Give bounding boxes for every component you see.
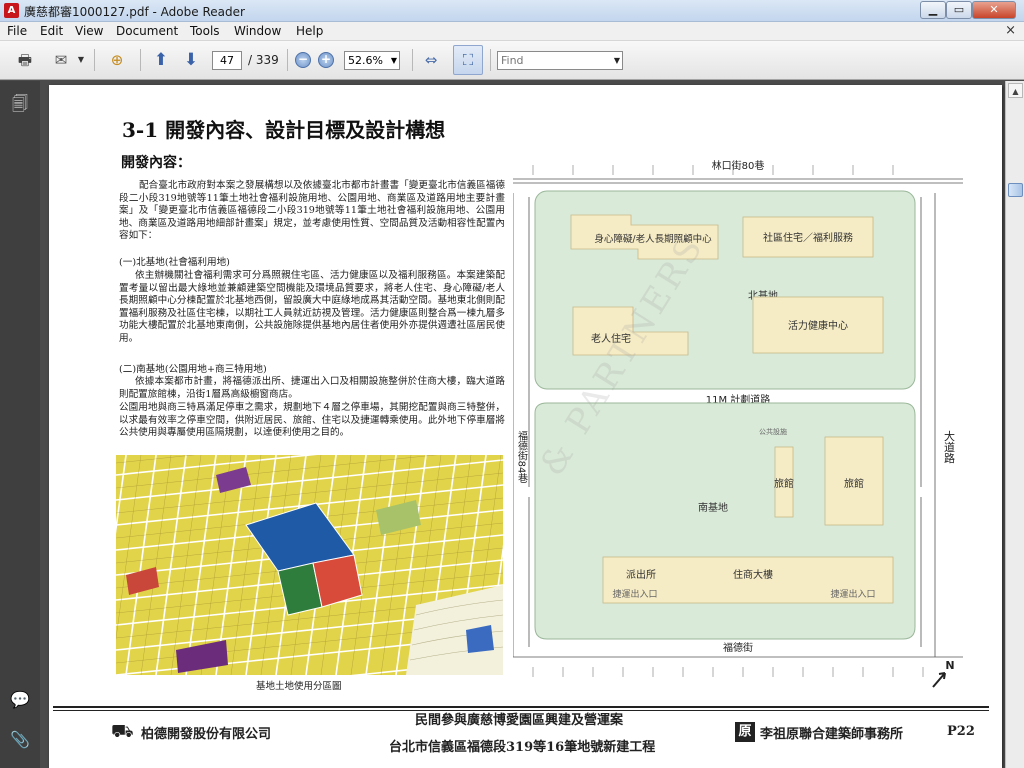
zoom-in-icon[interactable]: +	[318, 52, 334, 68]
chevron-down-icon[interactable]: ▼	[70, 50, 92, 70]
community-housing-label: 社區住宅／福利服務	[763, 231, 853, 244]
chevron-down-icon: ▼	[613, 56, 620, 65]
menu-edit[interactable]: Edit	[40, 24, 63, 38]
zoom-level-select[interactable]: 52.6% ▼	[344, 51, 400, 70]
window-title: 廣慈都審1000127.pdf - Adobe Reader	[24, 5, 245, 19]
west-lane-label: 福德街84巷	[516, 429, 528, 483]
chevron-down-icon: ▼	[390, 56, 397, 65]
fit-width-icon[interactable]: ⇔	[420, 50, 442, 70]
toolbar: 🖶 ✉ ▼ ⊕ ⬆ ⬇ 47 / 339 − + 52.6% ▼ ⇔ ⛶ Find…	[0, 41, 1024, 80]
architect-logo: 原	[735, 722, 755, 742]
document-close-icon[interactable]: ×	[1005, 23, 1016, 38]
scroll-thumb[interactable]	[1008, 183, 1023, 197]
intro-paragraph: 配合臺北市政府對本案之發展構想以及依據臺北市都市計畫書「變更臺北市信義區福德段二…	[119, 180, 505, 241]
zoom-level-value: 52.6%	[348, 54, 383, 67]
minimize-icon: ▁	[928, 3, 938, 16]
pages-icon[interactable]: 🗐	[9, 93, 31, 115]
close-button[interactable]: ✕	[972, 1, 1016, 19]
title-bar: A 廣慈都審1000127.pdf - Adobe Reader ▁ ▭ ✕	[0, 0, 1024, 22]
bottom-street-label: 福德街	[723, 641, 753, 654]
footer-project-subtitle: 台北市信義區福德段319等16筆地號新建工程	[389, 740, 656, 755]
health-center-label: 活力健康中心	[788, 319, 848, 332]
page-heading: 3-1 開發內容、設計目標及設計構想	[122, 118, 446, 142]
find-input[interactable]: Find ▼	[497, 51, 623, 70]
metro-exit-label-1: 捷運出入口	[612, 588, 657, 600]
menu-tools[interactable]: Tools	[190, 24, 220, 38]
company-logo-icon: ⛟	[111, 721, 134, 742]
navigation-panel: 🗐 💬 📎	[0, 81, 40, 768]
minimize-button[interactable]: ▁	[920, 1, 946, 19]
toolbar-separator	[94, 49, 95, 71]
toolbar-separator	[412, 49, 413, 71]
north-site-paragraph: 依主辦機關社會福利需求可分爲照親住宅區、活力健康區以及福利服務區。本案建築配置考…	[119, 270, 505, 344]
north-arrow-icon	[932, 672, 946, 688]
footer-company: 柏德開發股份有限公司	[141, 727, 272, 742]
hotel-label-1: 旅館	[774, 477, 794, 490]
toolbar-separator	[140, 49, 141, 71]
zoning-map-caption: 基地土地使用分區圖	[256, 681, 342, 692]
toolbar-separator	[490, 49, 491, 71]
menu-help[interactable]: Help	[296, 24, 323, 38]
metro-exit-label-2: 捷運出入口	[830, 588, 875, 600]
close-icon: ✕	[989, 3, 999, 16]
police-station-label: 派出所	[626, 568, 656, 581]
menu-document[interactable]: Document	[116, 24, 178, 38]
find-placeholder: Find	[501, 54, 524, 67]
collaborate-icon[interactable]: ⊕	[106, 50, 128, 70]
menu-file[interactable]: File	[7, 24, 27, 38]
scroll-up-icon[interactable]: ▲	[1008, 83, 1023, 98]
east-road-label: 大道路	[943, 429, 956, 464]
public-facility-label: 公共設施	[759, 427, 787, 436]
menu-view[interactable]: View	[75, 24, 103, 38]
page-total: / 339	[248, 53, 279, 67]
south-site-parking-paragraph: 公園用地與商三特爲滿足停車之需求，規劃地下４層之停車場，其開挖配置與商三特整併，…	[119, 402, 505, 438]
footer-project-title: 民間參與廣慈博愛園區興建及營運案	[415, 713, 624, 728]
menu-bar: File Edit View Document Tools Window Hel…	[0, 22, 1024, 41]
page-number-input[interactable]: 47	[212, 51, 242, 70]
vertical-scrollbar[interactable]: ▲	[1005, 81, 1024, 768]
pdf-page: 3-1 開發內容、設計目標及設計構想 開發內容： 配合臺北市政府對本案之發展構想…	[49, 85, 1002, 768]
attachments-icon[interactable]: 📎	[9, 729, 31, 751]
zoning-blue-block	[466, 625, 494, 653]
hotel-label-2: 旅館	[844, 477, 864, 490]
fit-page-icon[interactable]: ⛶	[457, 50, 479, 70]
footer-page-number: P22	[947, 724, 975, 739]
toolbar-separator	[287, 49, 288, 71]
comments-icon[interactable]: 💬	[9, 689, 31, 711]
section-subheading: 開發內容：	[121, 155, 191, 171]
maximize-button[interactable]: ▭	[946, 1, 972, 19]
mixed-use-building-label: 住商大樓	[733, 568, 773, 581]
print-icon[interactable]: 🖶	[14, 50, 36, 70]
south-site-paragraph: 依據本案都市計畫，將福德派出所、捷運出入口及相關設施整併於住商大樓，臨大道路則配…	[119, 376, 505, 400]
south-site-heading: (二)南基地(公園用地+商三特用地)	[119, 364, 267, 375]
top-street-label: 林口街80巷	[712, 159, 765, 172]
adobe-reader-icon: A	[4, 3, 19, 18]
zoning-map	[116, 455, 503, 675]
footer-rule	[53, 706, 989, 708]
zoom-out-icon[interactable]: −	[295, 52, 311, 68]
north-site-heading: (一)北基地(社會福利用地)	[119, 257, 230, 268]
previous-page-icon[interactable]: ⬆	[150, 50, 172, 70]
maximize-icon: ▭	[953, 3, 965, 16]
south-site-label: 南基地	[698, 501, 728, 514]
footer-architect: 李祖原聯合建築師事務所	[760, 727, 904, 742]
menu-window[interactable]: Window	[234, 24, 281, 38]
next-page-icon[interactable]: ⬇	[180, 50, 202, 70]
north-arrow-label: N	[945, 659, 954, 672]
email-icon[interactable]: ✉	[50, 50, 72, 70]
